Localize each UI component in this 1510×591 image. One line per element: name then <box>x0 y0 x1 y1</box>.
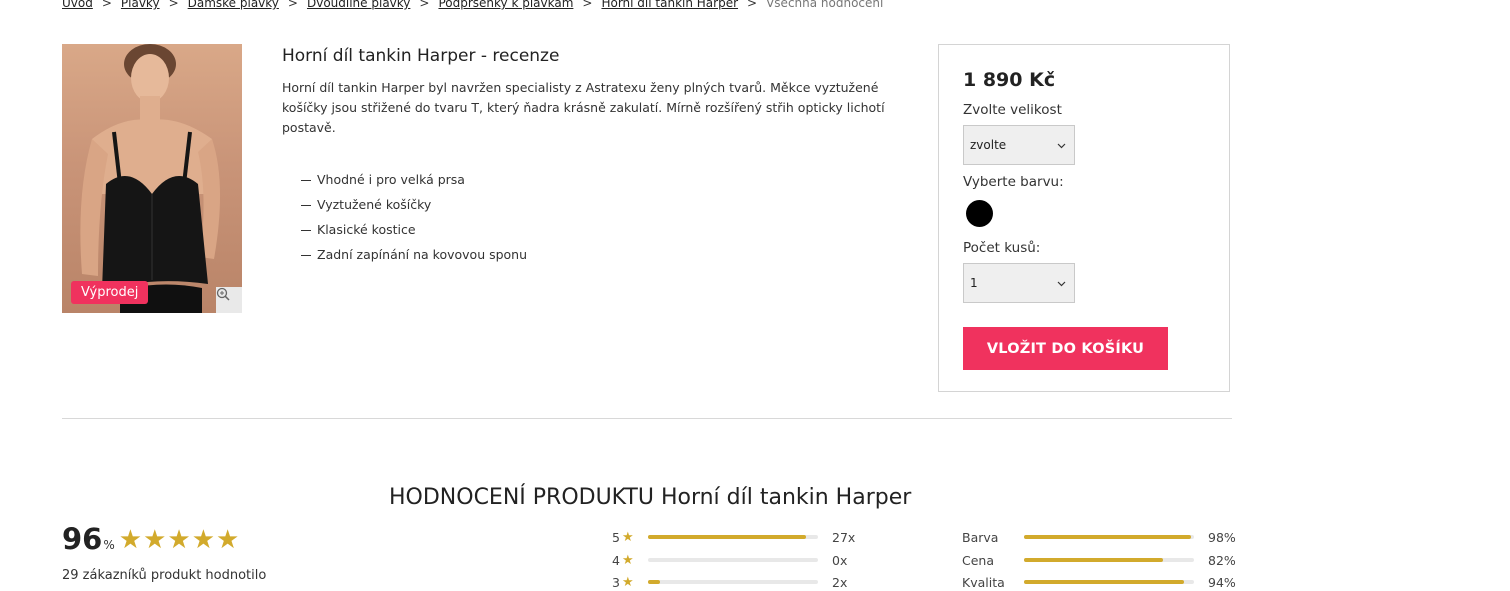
quantity-label: Počet kusů: <box>963 240 1041 256</box>
rating-distribution-row: 5 ★ 27x <box>612 528 855 546</box>
score-stars: ★ ★ ★ ★ ★ <box>119 527 241 553</box>
dash-icon <box>301 180 311 181</box>
breadcrumb: Úvod > Plavky > Dámské plavky > Dvoudíln… <box>62 0 883 10</box>
breadcrumb-link-womens-swimwear[interactable]: Dámské plavky <box>188 0 279 10</box>
feature-item: Vyztužené košíčky <box>301 197 912 222</box>
criterion-bar-fill <box>1024 558 1164 562</box>
score-value: 96 <box>62 522 103 556</box>
color-swatch-black[interactable] <box>966 200 993 227</box>
feature-item: Vhodné i pro velká prsa <box>301 172 912 197</box>
rating-count: 29 zákazníků produkt hodnotilo <box>62 568 267 583</box>
feature-item: Zadní zapínání na kovovou sponu <box>301 247 912 272</box>
product-description-section: Horní díl tankin Harper - recenze Horní … <box>282 46 912 272</box>
distribution-stars: 3 <box>612 574 620 590</box>
rating-score: 96 % ★ ★ ★ ★ ★ <box>62 522 240 556</box>
score-unit: % <box>103 538 115 552</box>
price: 1 890 Kč <box>963 69 1056 91</box>
distribution-bar-fill <box>648 535 807 539</box>
feature-list: Vhodné i pro velká prsa Vyztužené košíčk… <box>301 172 912 272</box>
color-label: Vyberte barvu: <box>963 174 1064 190</box>
quantity-select[interactable]: 1 <box>963 263 1075 303</box>
star-icon: ★ <box>118 525 143 555</box>
breadcrumb-link-product[interactable]: Horní díl tankin Harper <box>601 0 738 10</box>
criterion-bar-fill <box>1024 535 1191 539</box>
breadcrumb-separator: > <box>582 0 593 10</box>
star-icon: ★ <box>622 552 634 568</box>
star-icon: ★ <box>622 574 634 590</box>
chevron-down-icon <box>1057 276 1066 290</box>
criterion-percent: 94% <box>1208 574 1236 590</box>
breadcrumb-separator: > <box>419 0 430 10</box>
distribution-count: 27x <box>832 529 856 545</box>
breadcrumb-separator: > <box>101 0 112 10</box>
zoom-icon[interactable] <box>216 287 242 313</box>
breadcrumb-link-two-piece[interactable]: Dvoudílné plavky <box>307 0 410 10</box>
feature-item: Klasické kostice <box>301 222 912 247</box>
rating-distribution-row: 3 ★ 2x <box>612 573 847 591</box>
dash-icon <box>301 230 311 231</box>
sale-badge: Výprodej <box>71 281 149 304</box>
criterion-percent: 98% <box>1208 529 1236 545</box>
distribution-bar <box>648 580 818 584</box>
criterion-name: Barva <box>962 529 999 545</box>
distribution-count: 2x <box>832 574 848 590</box>
star-icon: ★ <box>143 525 167 555</box>
criterion-row: Kvalita 94% <box>962 573 1236 591</box>
product-description: Horní díl tankin Harper byl navržen spec… <box>282 80 885 135</box>
dash-icon <box>301 205 311 206</box>
size-select[interactable]: zvolte <box>963 125 1075 165</box>
section-divider <box>62 418 1232 419</box>
criterion-bar <box>1024 558 1194 562</box>
breadcrumb-separator: > <box>168 0 179 10</box>
breadcrumb-separator: > <box>287 0 298 10</box>
feature-text: Vyztužené košíčky <box>317 197 432 212</box>
quantity-select-value: 1 <box>970 276 978 290</box>
breadcrumb-separator: > <box>747 0 758 10</box>
criterion-row: Cena 82% <box>962 551 1236 569</box>
breadcrumb-link-home[interactable]: Úvod <box>62 0 93 10</box>
rating-title: HODNOCENÍ PRODUKTU Horní díl tankin Harp… <box>389 485 912 510</box>
product-photo-illustration <box>80 44 221 313</box>
buy-box: 1 890 Kč Zvolte velikost zvolte Vyberte … <box>938 44 1230 392</box>
feature-text: Vhodné i pro velká prsa <box>317 172 465 187</box>
criterion-percent: 82% <box>1208 552 1236 568</box>
feature-text: Klasické kostice <box>317 222 416 237</box>
product-image[interactable]: Výprodej <box>62 44 242 313</box>
distribution-stars: 4 <box>612 552 620 568</box>
breadcrumb-current: Všechna hodnocení <box>766 0 884 10</box>
star-icon: ★ <box>191 525 216 555</box>
criterion-bar <box>1024 580 1194 584</box>
distribution-bar-fill <box>648 580 660 584</box>
criterion-name: Cena <box>962 552 995 568</box>
size-label: Zvolte velikost <box>963 102 1062 118</box>
rating-distribution-row: 4 ★ 0x <box>612 551 847 569</box>
distribution-stars: 5 <box>612 529 620 545</box>
distribution-bar <box>648 558 818 562</box>
star-icon: ★ <box>167 525 191 555</box>
distribution-bar <box>648 535 818 539</box>
add-to-cart-button[interactable]: VLOŽIT DO KOŠÍKU <box>963 327 1168 370</box>
distribution-count: 0x <box>832 552 848 568</box>
page-title: Horní díl tankin Harper - recenze <box>282 46 560 66</box>
breadcrumb-link-swim-bras[interactable]: Podprsenky k plavkám <box>438 0 573 10</box>
criterion-row: Barva 98% <box>962 528 1236 546</box>
criterion-name: Kvalita <box>962 574 1005 590</box>
criterion-bar-fill <box>1024 580 1184 584</box>
chevron-down-icon <box>1057 138 1066 152</box>
criterion-bar <box>1024 535 1194 539</box>
star-icon: ★ <box>216 525 240 555</box>
dash-icon <box>301 255 311 256</box>
star-icon: ★ <box>622 529 634 545</box>
feature-text: Zadní zapínání na kovovou sponu <box>317 247 528 262</box>
size-select-value: zvolte <box>970 138 1007 152</box>
breadcrumb-link-swimwear[interactable]: Plavky <box>121 0 160 10</box>
